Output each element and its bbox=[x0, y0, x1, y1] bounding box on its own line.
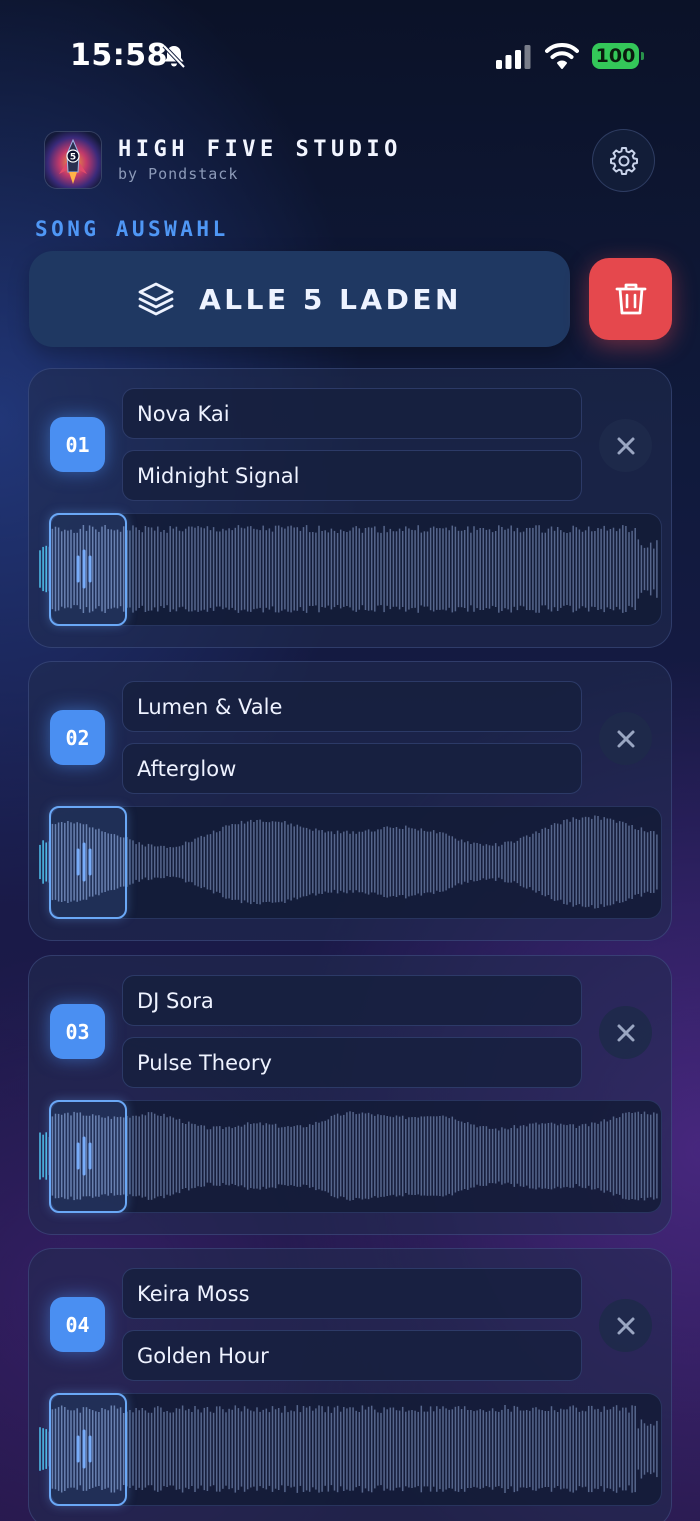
waveform-selection-handle[interactable] bbox=[49, 1100, 127, 1213]
remove-song-button[interactable] bbox=[599, 1006, 652, 1059]
gear-icon bbox=[609, 146, 638, 175]
app-title: HIGH FIVE STUDIO bbox=[118, 137, 402, 162]
waveform-bars bbox=[39, 1111, 658, 1201]
waveform-bars bbox=[39, 1405, 658, 1493]
close-icon bbox=[617, 1317, 634, 1334]
song-title-field[interactable]: Golden Hour bbox=[122, 1330, 582, 1381]
waveform-bars bbox=[39, 815, 658, 909]
track-number-badge: 01 bbox=[50, 417, 105, 472]
close-icon bbox=[617, 730, 634, 747]
song-card: 03 DJ Sora Pulse Theory bbox=[28, 955, 672, 1235]
load-all-button[interactable]: ALLE 5 LADEN bbox=[29, 251, 570, 347]
app-logo: 5 bbox=[45, 132, 101, 188]
artist-field[interactable]: Keira Moss bbox=[122, 1268, 582, 1319]
artist-field[interactable]: DJ Sora bbox=[122, 975, 582, 1026]
logo-badge-number: 5 bbox=[70, 153, 76, 163]
settings-button[interactable] bbox=[592, 129, 655, 192]
wifi-icon bbox=[545, 43, 579, 69]
waveform[interactable] bbox=[38, 806, 664, 921]
song-title-field[interactable]: Afterglow bbox=[122, 743, 582, 794]
waveform-selection-handle[interactable] bbox=[49, 806, 127, 919]
remove-song-button[interactable] bbox=[599, 1299, 652, 1352]
song-title-field[interactable]: Midnight Signal bbox=[122, 450, 582, 501]
waveform-selection-handle[interactable] bbox=[49, 1393, 127, 1506]
remove-song-button[interactable] bbox=[599, 712, 652, 765]
track-number-badge: 04 bbox=[50, 1297, 105, 1352]
waveform[interactable] bbox=[38, 1393, 664, 1508]
battery-level: 100 bbox=[592, 43, 639, 69]
song-card: 04 Keira Moss Golden Hour bbox=[28, 1248, 672, 1521]
song-card: 02 Lumen & Vale Afterglow bbox=[28, 661, 672, 941]
trash-icon bbox=[615, 283, 646, 315]
waveform[interactable] bbox=[38, 1100, 664, 1215]
track-number-badge: 02 bbox=[50, 710, 105, 765]
status-bar: 15:58 100 bbox=[0, 0, 700, 110]
battery-icon: 100 bbox=[592, 43, 644, 69]
waveform-selection-handle[interactable] bbox=[49, 513, 127, 626]
delete-all-button[interactable] bbox=[589, 258, 672, 340]
close-icon bbox=[617, 437, 634, 454]
status-time: 15:58 bbox=[70, 38, 168, 73]
battery-tip bbox=[641, 52, 644, 60]
bell-slash-icon bbox=[162, 44, 186, 69]
remove-song-button[interactable] bbox=[599, 419, 652, 472]
cellular-signal-icon bbox=[496, 45, 531, 69]
track-number-badge: 03 bbox=[50, 1004, 105, 1059]
waveform-bars bbox=[39, 525, 658, 613]
section-title: SONG AUSWAHL bbox=[35, 217, 229, 241]
load-all-label: ALLE 5 LADEN bbox=[199, 282, 462, 316]
app-subtitle: by Pondstack bbox=[118, 165, 239, 183]
song-title-field[interactable]: Pulse Theory bbox=[122, 1037, 582, 1088]
layers-icon bbox=[138, 282, 174, 316]
close-icon bbox=[617, 1024, 634, 1041]
artist-field[interactable]: Nova Kai bbox=[122, 388, 582, 439]
waveform[interactable] bbox=[38, 513, 664, 628]
song-card: 01 Nova Kai Midnight Signal bbox=[28, 368, 672, 648]
artist-field[interactable]: Lumen & Vale bbox=[122, 681, 582, 732]
